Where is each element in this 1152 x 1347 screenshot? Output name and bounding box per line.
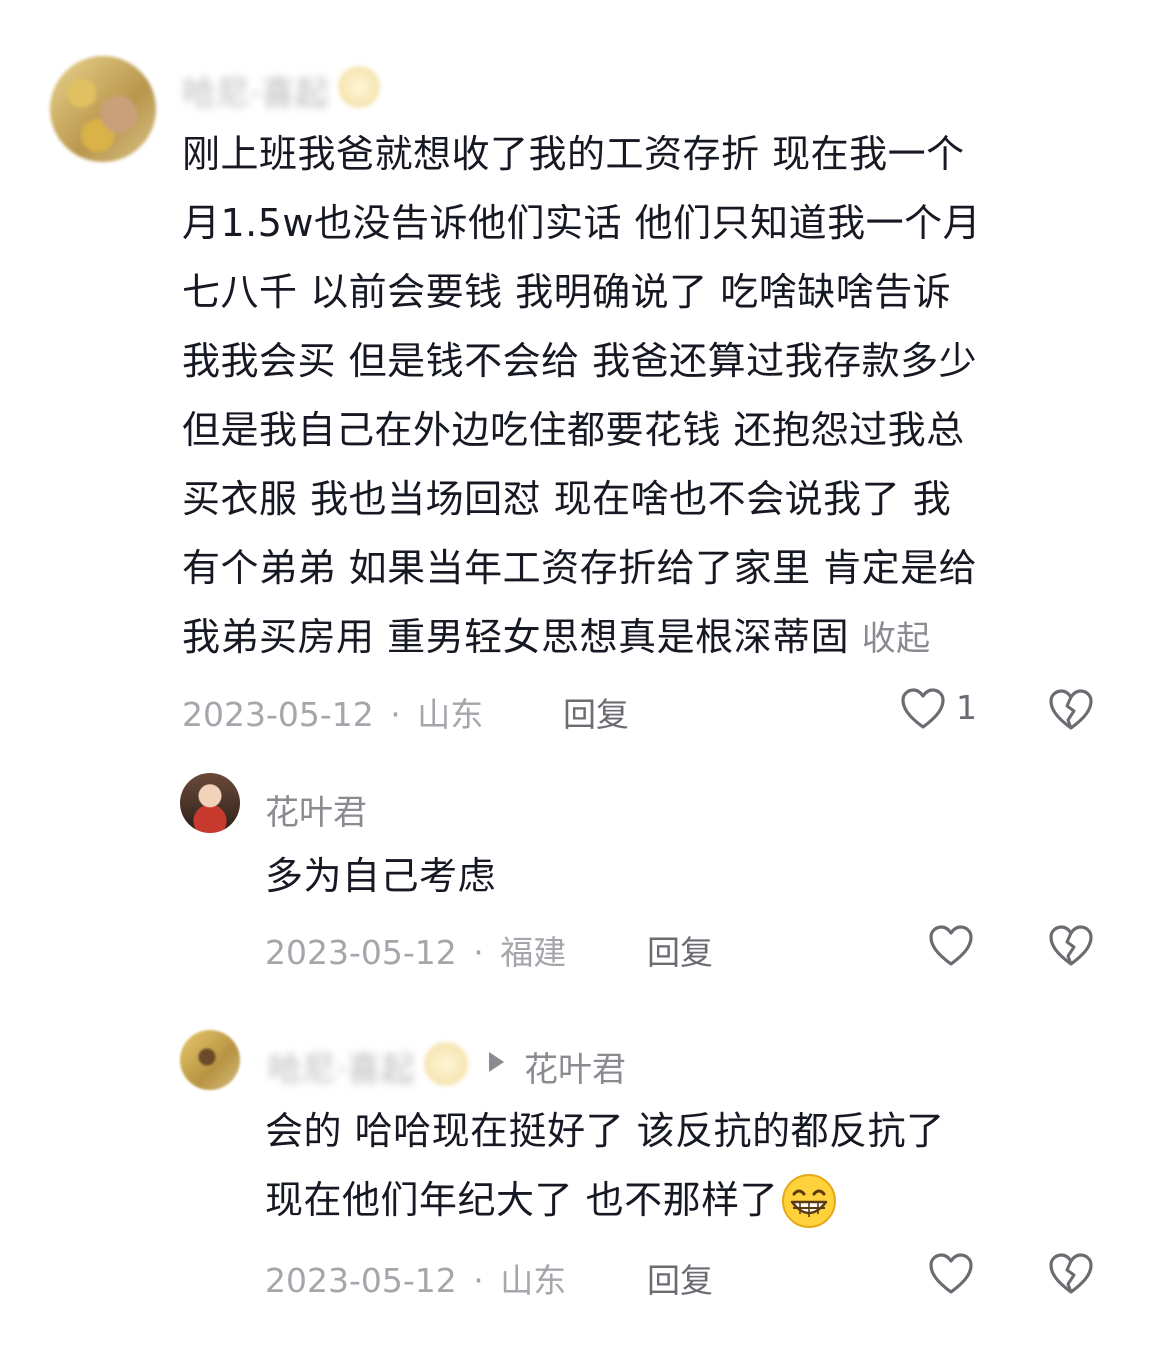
reply-body: 会的 哈哈现在挺好了 该反抗的都反抗了 现在他们年纪大了 也不那样了 [265, 1097, 1125, 1235]
comment-line: 刚上班我爸就想收了我的工资存折 现在我一个 [182, 132, 965, 176]
reply-button[interactable]: 回复 [563, 688, 629, 736]
reply-location: 山东 [500, 1261, 567, 1300]
heart-outline-icon [929, 925, 973, 966]
triangle-right-icon [489, 1052, 504, 1072]
reply-button[interactable]: 回复 [647, 926, 713, 974]
like-button[interactable] [928, 1252, 974, 1296]
reply-author-name[interactable]: 哈尼·喜起 [268, 1042, 415, 1091]
reply-line-last: 现在他们年纪大了 也不那样了 [265, 1166, 1125, 1235]
like-button[interactable] [900, 687, 946, 731]
comment-line: 我弟买房用 重男轻女思想真是根深蒂固 [182, 615, 850, 659]
author-badge-icon [424, 1042, 468, 1086]
meta-separator: · [473, 1261, 484, 1300]
comment-line: 七八千 以前会要钱 我明确说了 吃啥缺啥告诉 [182, 270, 952, 314]
dislike-button[interactable] [1048, 1252, 1094, 1296]
comment-line: 我我会买 但是钱不会给 我爸还算过我存款多少 [182, 339, 978, 383]
reply-button[interactable]: 回复 [647, 1254, 713, 1302]
reply-line: 现在他们年纪大了 也不那样了 [265, 1178, 779, 1222]
reply-avatar[interactable] [180, 773, 240, 833]
comment-meta: 2023-05-12 · 山东 [182, 688, 483, 736]
meta-separator: · [390, 695, 401, 734]
broken-heart-icon [1049, 689, 1093, 730]
heart-outline-icon [901, 688, 945, 729]
commenter-badge-icon [338, 66, 380, 108]
commenter-name[interactable]: 哈尼·喜起 [182, 66, 329, 115]
reply-date: 2023-05-12 [265, 1261, 457, 1300]
comment-line: 买衣服 我也当场回怼 现在啥也不会说我了 我 [182, 477, 952, 521]
reply-location: 福建 [500, 933, 567, 972]
reply-meta: 2023-05-12 · 山东 [265, 1254, 566, 1302]
broken-heart-icon [1049, 1253, 1093, 1294]
comment-body: 刚上班我爸就想收了我的工资存折 现在我一个 月1.5w也没告诉他们实话 他们只知… [182, 120, 1122, 674]
comment-line: 但是我自己在外边吃住都要花钱 还抱怨过我总 [182, 408, 965, 452]
like-count: 1 [956, 688, 977, 727]
comment-line: 月1.5w也没告诉他们实话 他们只知道我一个月 [182, 201, 982, 245]
broken-heart-icon [1049, 925, 1093, 966]
commenter-avatar[interactable] [50, 56, 156, 162]
reply-line: 会的 哈哈现在挺好了 该反抗的都反抗了 [265, 1109, 945, 1153]
like-button[interactable] [928, 924, 974, 968]
reply-date: 2023-05-12 [265, 933, 457, 972]
collapse-link[interactable]: 收起 [862, 619, 931, 659]
dislike-button[interactable] [1048, 688, 1094, 732]
heart-outline-icon [929, 1253, 973, 1294]
reply-body: 多为自己考虑 [265, 854, 497, 898]
comment-date: 2023-05-12 [182, 695, 374, 734]
meta-separator: · [473, 933, 484, 972]
reply-to-arrow [486, 1050, 506, 1074]
comment-line-last: 我弟买房用 重男轻女思想真是根深蒂固 收起 [182, 603, 1122, 674]
dislike-button[interactable] [1048, 924, 1094, 968]
comment-location: 山东 [417, 695, 484, 734]
grinning-face-icon [782, 1173, 837, 1228]
reply-to-name[interactable]: 花叶君 [524, 1042, 626, 1091]
reply-author-name[interactable]: 花叶君 [265, 785, 367, 834]
reply-meta: 2023-05-12 · 福建 [265, 926, 566, 974]
comment-line: 有个弟弟 如果当年工资存折给了家里 肯定是给 [182, 546, 978, 590]
reply-avatar[interactable] [180, 1030, 240, 1090]
